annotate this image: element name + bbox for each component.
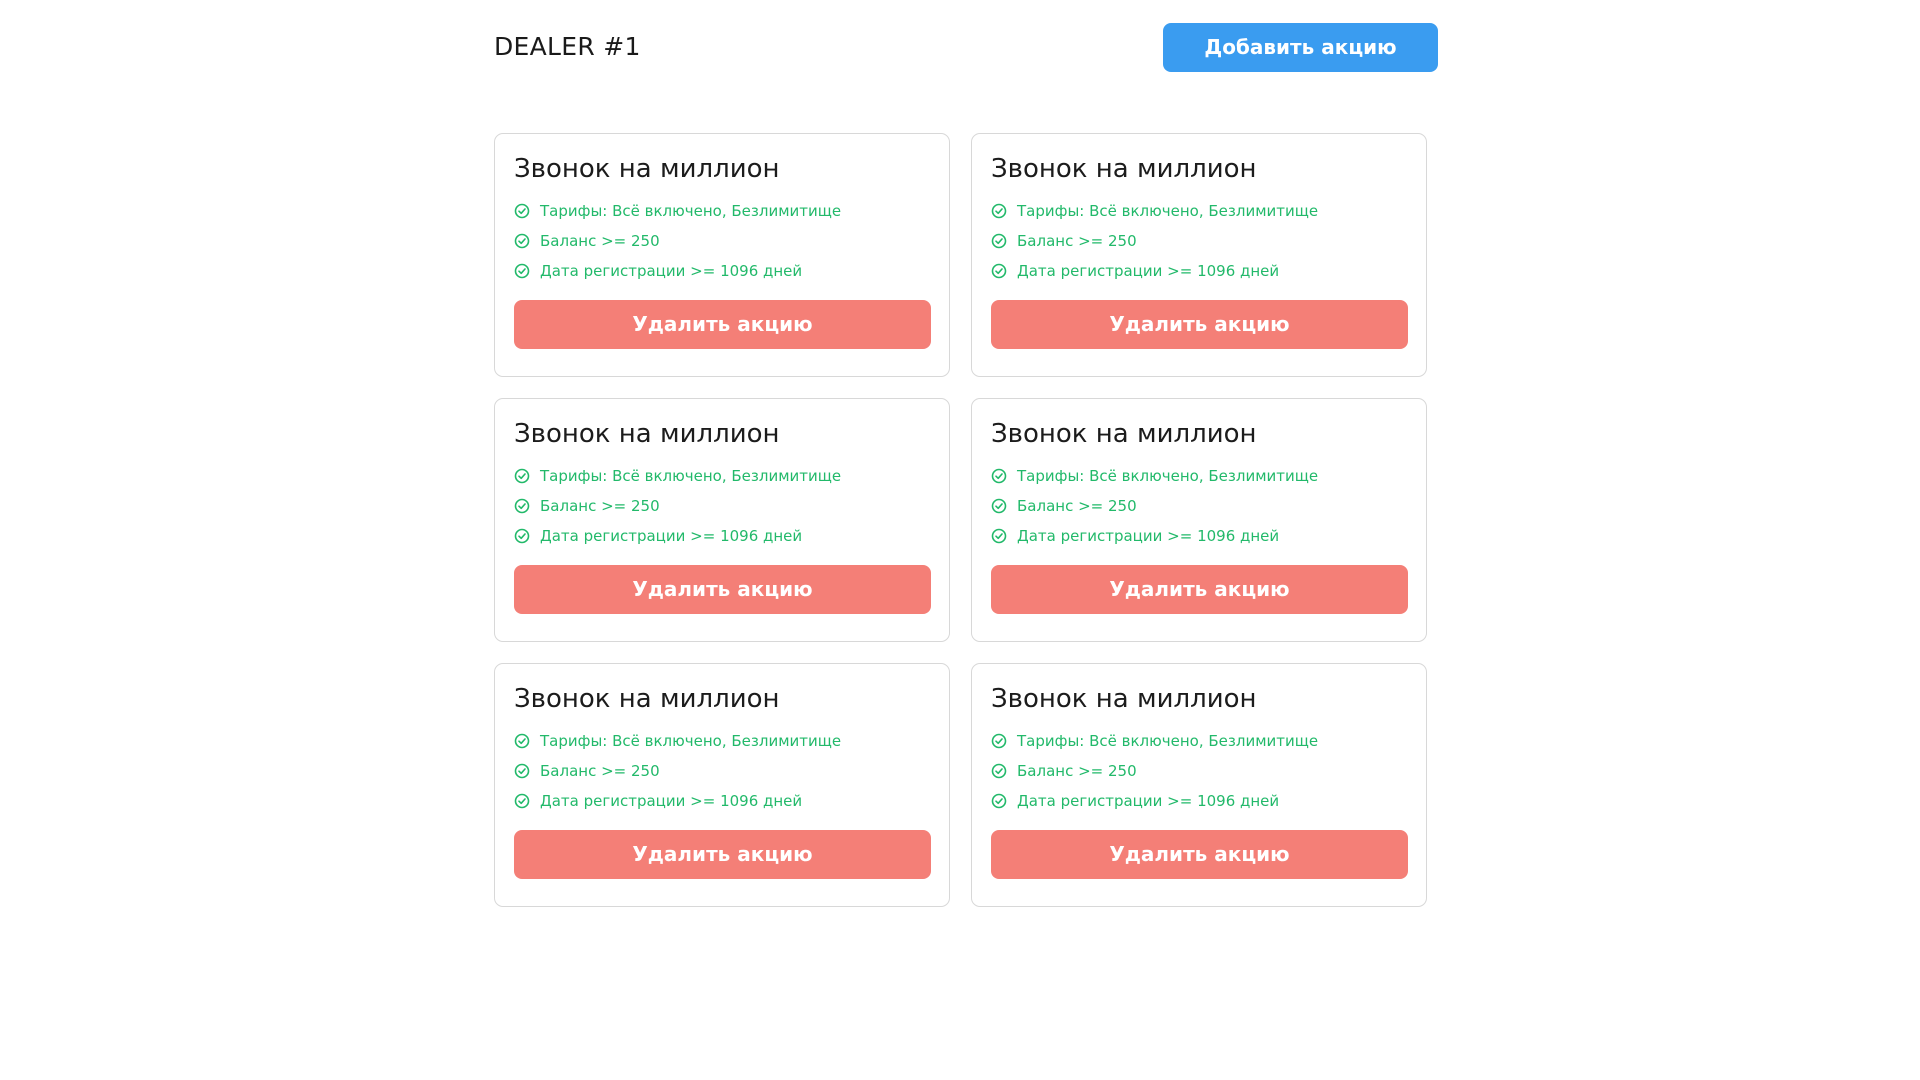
condition-text: Тарифы: Всё включено, Безлимитище: [1017, 202, 1319, 220]
condition-item: Тарифы: Всё включено, Безлимитище: [991, 726, 1407, 756]
promotion-title: Звонок на миллион: [991, 684, 1257, 714]
check-circle-icon: [514, 468, 530, 484]
condition-item: Дата регистрации >= 1096 дней: [991, 256, 1407, 286]
check-circle-icon: [514, 203, 530, 219]
condition-text: Дата регистрации >= 1096 дней: [1017, 792, 1280, 810]
condition-text: Дата регистрации >= 1096 дней: [1017, 527, 1280, 545]
page: DEALER #1 Добавить акцию Звонок на милли…: [0, 0, 1920, 1080]
check-circle-icon: [514, 733, 530, 749]
check-circle-icon: [991, 233, 1007, 249]
promotion-card: Звонок на миллион Тарифы: Всё включено, …: [494, 398, 950, 642]
condition-text: Баланс >= 250: [1017, 232, 1137, 250]
condition-item: Дата регистрации >= 1096 дней: [991, 786, 1407, 816]
condition-item: Баланс >= 250: [991, 226, 1407, 256]
promotion-conditions: Тарифы: Всё включено, Безлимитище Баланс…: [514, 461, 930, 551]
condition-text: Тарифы: Всё включено, Безлимитище: [1017, 732, 1319, 750]
promotion-card: Звонок на миллион Тарифы: Всё включено, …: [971, 133, 1427, 377]
promotions-grid: Звонок на миллион Тарифы: Всё включено, …: [494, 133, 1427, 907]
page-title: DEALER #1: [494, 32, 641, 61]
check-circle-icon: [514, 763, 530, 779]
condition-text: Баланс >= 250: [540, 232, 660, 250]
promotion-conditions: Тарифы: Всё включено, Безлимитище Баланс…: [991, 196, 1407, 286]
header: DEALER #1 Добавить акцию: [494, 22, 1439, 72]
condition-item: Дата регистрации >= 1096 дней: [991, 521, 1407, 551]
condition-text: Тарифы: Всё включено, Безлимитище: [540, 202, 842, 220]
delete-promotion-button[interactable]: Удалить акцию: [514, 300, 931, 349]
add-promotion-button[interactable]: Добавить акцию: [1163, 23, 1438, 72]
condition-text: Баланс >= 250: [1017, 762, 1137, 780]
promotion-conditions: Тарифы: Всё включено, Безлимитище Баланс…: [514, 196, 930, 286]
check-circle-icon: [991, 793, 1007, 809]
condition-text: Дата регистрации >= 1096 дней: [540, 792, 803, 810]
condition-item: Баланс >= 250: [991, 756, 1407, 786]
condition-text: Тарифы: Всё включено, Безлимитище: [1017, 467, 1319, 485]
check-circle-icon: [514, 233, 530, 249]
check-circle-icon: [991, 468, 1007, 484]
condition-item: Дата регистрации >= 1096 дней: [514, 256, 930, 286]
condition-item: Дата регистрации >= 1096 дней: [514, 521, 930, 551]
check-circle-icon: [991, 203, 1007, 219]
condition-text: Дата регистрации >= 1096 дней: [1017, 262, 1280, 280]
promotion-conditions: Тарифы: Всё включено, Безлимитище Баланс…: [991, 726, 1407, 816]
check-circle-icon: [991, 498, 1007, 514]
delete-promotion-button[interactable]: Удалить акцию: [991, 830, 1408, 879]
delete-promotion-button[interactable]: Удалить акцию: [991, 300, 1408, 349]
promotion-title: Звонок на миллион: [991, 154, 1257, 184]
promotion-conditions: Тарифы: Всё включено, Безлимитище Баланс…: [991, 461, 1407, 551]
check-circle-icon: [514, 528, 530, 544]
promotion-card: Звонок на миллион Тарифы: Всё включено, …: [494, 663, 950, 907]
promotion-title: Звонок на миллион: [514, 684, 780, 714]
promotion-card: Звонок на миллион Тарифы: Всё включено, …: [971, 398, 1427, 642]
condition-item: Баланс >= 250: [514, 756, 930, 786]
condition-text: Тарифы: Всё включено, Безлимитище: [540, 732, 842, 750]
promotion-conditions: Тарифы: Всё включено, Безлимитище Баланс…: [514, 726, 930, 816]
check-circle-icon: [991, 263, 1007, 279]
condition-text: Тарифы: Всё включено, Безлимитище: [540, 467, 842, 485]
condition-item: Тарифы: Всё включено, Безлимитище: [514, 196, 930, 226]
condition-item: Дата регистрации >= 1096 дней: [514, 786, 930, 816]
promotion-card: Звонок на миллион Тарифы: Всё включено, …: [494, 133, 950, 377]
condition-item: Тарифы: Всё включено, Безлимитище: [991, 196, 1407, 226]
condition-item: Тарифы: Всё включено, Безлимитище: [514, 461, 930, 491]
promotion-title: Звонок на миллион: [991, 419, 1257, 449]
delete-promotion-button[interactable]: Удалить акцию: [514, 565, 931, 614]
condition-item: Баланс >= 250: [514, 226, 930, 256]
check-circle-icon: [514, 263, 530, 279]
condition-text: Дата регистрации >= 1096 дней: [540, 262, 803, 280]
delete-promotion-button[interactable]: Удалить акцию: [514, 830, 931, 879]
condition-text: Баланс >= 250: [540, 762, 660, 780]
condition-item: Тарифы: Всё включено, Безлимитище: [991, 461, 1407, 491]
condition-text: Баланс >= 250: [1017, 497, 1137, 515]
delete-promotion-button[interactable]: Удалить акцию: [991, 565, 1408, 614]
check-circle-icon: [991, 733, 1007, 749]
check-circle-icon: [514, 498, 530, 514]
promotion-title: Звонок на миллион: [514, 419, 780, 449]
condition-text: Дата регистрации >= 1096 дней: [540, 527, 803, 545]
promotion-card: Звонок на миллион Тарифы: Всё включено, …: [971, 663, 1427, 907]
condition-item: Тарифы: Всё включено, Безлимитище: [514, 726, 930, 756]
condition-item: Баланс >= 250: [514, 491, 930, 521]
check-circle-icon: [514, 793, 530, 809]
check-circle-icon: [991, 763, 1007, 779]
condition-text: Баланс >= 250: [540, 497, 660, 515]
condition-item: Баланс >= 250: [991, 491, 1407, 521]
check-circle-icon: [991, 528, 1007, 544]
promotion-title: Звонок на миллион: [514, 154, 780, 184]
